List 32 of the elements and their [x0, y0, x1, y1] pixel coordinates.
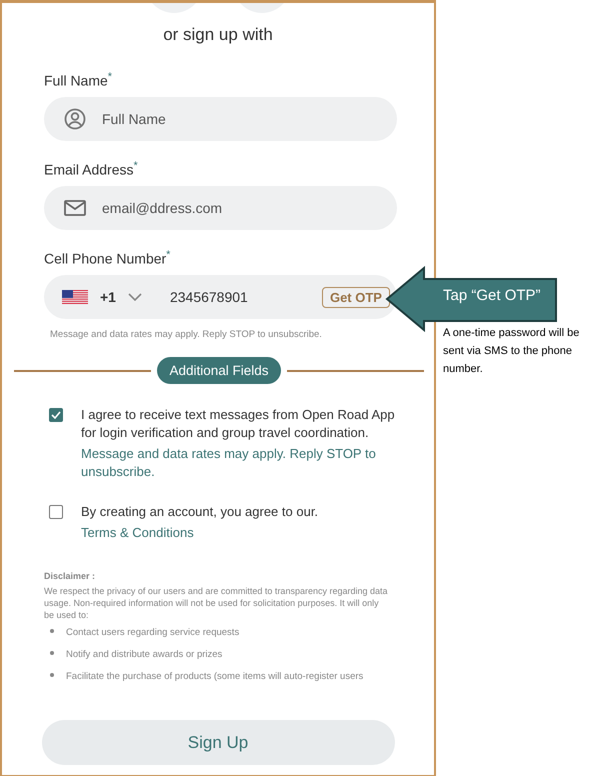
disclaimer-item: Facilitate the purchase of products (some items will auto-register users	[66, 671, 364, 683]
callout-note: A one-time password will be sent via SMS to the phone number.	[443, 326, 580, 377]
checkbox[interactable]	[49, 408, 63, 422]
disclaimer-title: Disclaimer :	[44, 570, 96, 582]
bullet-icon	[50, 673, 54, 677]
bullet-icon	[50, 651, 54, 655]
phone-field[interactable]: +1 2345678901 Get OTP	[44, 275, 397, 319]
sign-up-button[interactable]: Sign Up	[42, 720, 394, 765]
field-note: Message and data rates may apply. Reply STOP to unsubscribe.	[50, 329, 323, 340]
section-heading: or sign up with	[162, 25, 274, 45]
field-label: Email Address$^{*}$	[44, 160, 139, 178]
field-label: Cell Phone Number$^{*}$	[44, 249, 172, 267]
name-field[interactable]: Full Name	[44, 97, 397, 141]
disclaimer-text: We respect the privacy of our users and are committed to transparency regarding data usage. Non-required information will not be used for solicitation purposes. It will only be used to:	[44, 585, 389, 621]
field-label: Full Name$^{*}$	[44, 71, 114, 89]
callout-label: Tap “Get OTP”	[443, 287, 541, 304]
envelope-icon	[64, 200, 86, 216]
email-field[interactable]: email@ddress.com	[44, 186, 397, 230]
disclaimer-item: Notify and distribute awards or prizes	[66, 649, 222, 661]
consent-link[interactable]: Terms & Conditions	[81, 524, 399, 542]
flag-icon	[62, 290, 88, 304]
disclaimer-item: Contact users regarding service requests	[66, 627, 240, 639]
country-code[interactable]: +1	[100, 289, 116, 305]
chevron-down-icon[interactable]	[128, 293, 142, 301]
checkbox[interactable]	[49, 505, 63, 519]
phone-input[interactable]: 2345678901	[170, 289, 310, 305]
section-divider-label: Additional Fields	[157, 357, 281, 384]
consent-text: I agree to receive text messages from Open Road App for login verification and group travel coordination.	[81, 406, 396, 442]
person-icon	[64, 108, 86, 130]
consent-link[interactable]: Message and data rates may apply. Reply STOP to unsubscribe.	[81, 445, 399, 481]
bullet-icon	[50, 629, 54, 633]
consent-text: By creating an account, you agree to our.	[81, 503, 320, 521]
